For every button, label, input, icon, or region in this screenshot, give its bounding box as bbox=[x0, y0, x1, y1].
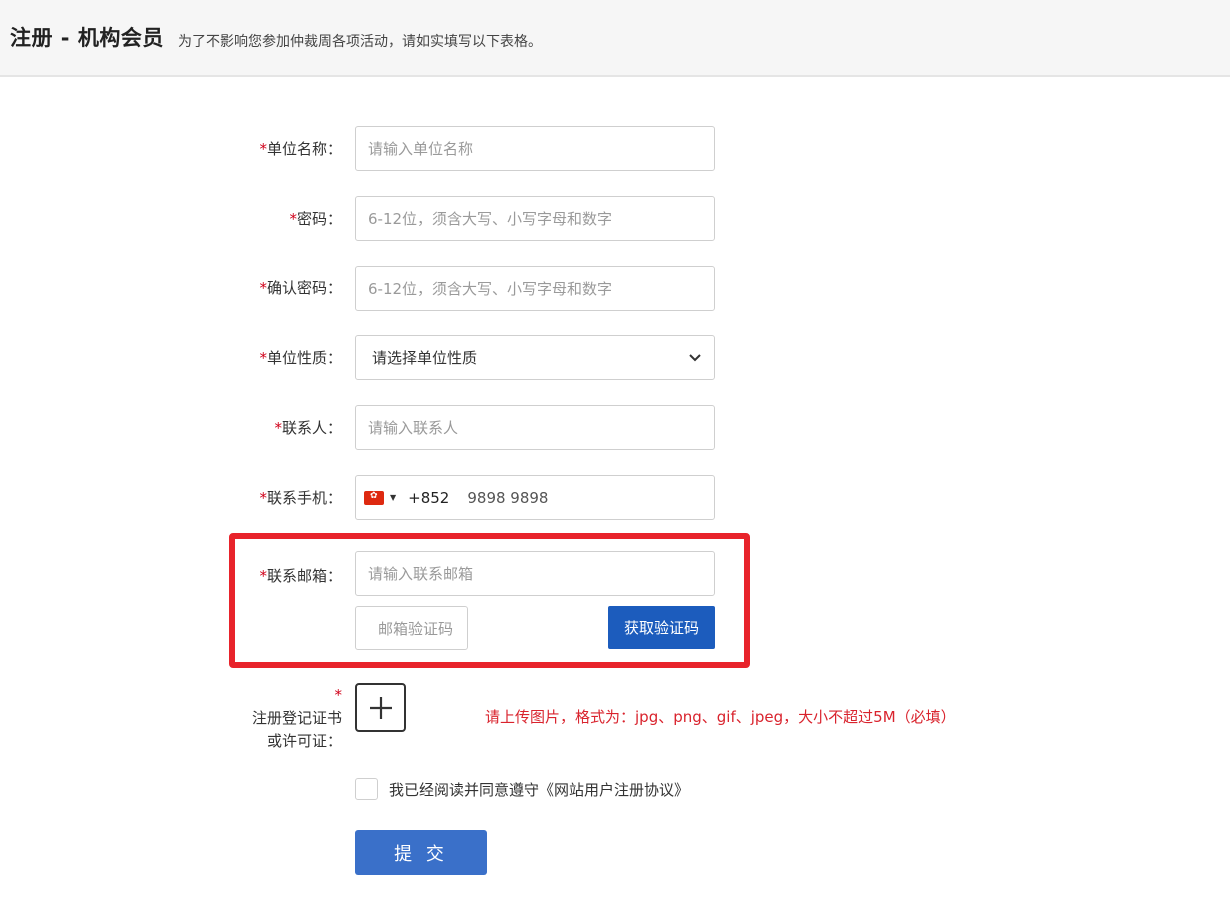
phone-label: *联系手机： bbox=[259, 489, 342, 507]
org-type-select[interactable]: 请选择单位性质 bbox=[355, 335, 715, 380]
upload-hint: 请上传图片，格式为：jpg、png、gif、jpeg，大小不超过5M（必填） bbox=[485, 708, 956, 726]
required-mark: * bbox=[274, 419, 282, 437]
page-title: 注册 - 机构会员 bbox=[10, 26, 164, 50]
caret-down-icon[interactable]: ▼ bbox=[390, 493, 396, 502]
org-type-label: *单位性质： bbox=[259, 349, 342, 367]
org-type-selected: 请选择单位性质 bbox=[372, 349, 478, 367]
contact-person-input[interactable]: 请输入联系人 bbox=[355, 405, 715, 450]
required-mark: * bbox=[259, 279, 267, 297]
upload-button[interactable] bbox=[355, 683, 406, 732]
submit-button[interactable]: 提 交 bbox=[355, 830, 487, 875]
confirm-password-input[interactable]: 6-12位，须含大写、小写字母和数字 bbox=[355, 266, 715, 311]
org-name-input[interactable]: 请输入单位名称 bbox=[355, 126, 715, 171]
email-input[interactable]: 请输入联系邮箱 bbox=[355, 551, 715, 596]
required-mark: * bbox=[259, 349, 267, 367]
hong-kong-flag-icon[interactable] bbox=[364, 490, 384, 505]
contact-person-placeholder: 请输入联系人 bbox=[368, 419, 459, 437]
page-header: 注册 - 机构会员 为了不影响您参加仲裁周各项活动，请如实填写以下表格。 bbox=[0, 0, 1230, 77]
chevron-down-icon bbox=[688, 351, 702, 365]
email-code-placeholder: 邮箱验证码 bbox=[378, 619, 454, 638]
required-mark: * bbox=[334, 686, 343, 704]
email-label: *联系邮箱： bbox=[259, 567, 342, 585]
password-input[interactable]: 6-12位，须含大写、小写字母和数字 bbox=[355, 196, 715, 241]
agree-checkbox[interactable] bbox=[355, 778, 378, 800]
required-mark: * bbox=[259, 489, 267, 507]
upload-label: * 注册登记证书 或许可证： bbox=[251, 686, 343, 750]
required-mark: * bbox=[289, 210, 297, 228]
get-code-button[interactable]: 获取验证码 bbox=[608, 606, 715, 649]
dial-code: +852 bbox=[408, 488, 450, 507]
plus-icon bbox=[369, 696, 392, 719]
contact-person-label: *联系人： bbox=[274, 419, 342, 437]
org-name-placeholder: 请输入单位名称 bbox=[368, 140, 474, 158]
agreement-text[interactable]: 我已经阅读并同意遵守《网站用户注册协议》 bbox=[389, 779, 689, 800]
page-subtitle: 为了不影响您参加仲裁周各项活动，请如实填写以下表格。 bbox=[178, 34, 542, 50]
email-code-input[interactable]: 邮箱验证码 bbox=[355, 606, 468, 650]
password-label: *密码： bbox=[289, 210, 342, 228]
confirm-password-label: *确认密码： bbox=[259, 279, 342, 297]
confirm-password-placeholder: 6-12位，须含大写、小写字母和数字 bbox=[368, 280, 613, 298]
required-mark: * bbox=[259, 567, 267, 585]
phone-input[interactable]: ▼ +852 9898 9898 bbox=[355, 475, 715, 520]
email-placeholder: 请输入联系邮箱 bbox=[368, 565, 474, 583]
phone-value: 9898 9898 bbox=[467, 488, 549, 507]
org-name-label: *单位名称： bbox=[259, 140, 342, 158]
password-placeholder: 6-12位，须含大写、小写字母和数字 bbox=[368, 210, 613, 228]
required-mark: * bbox=[259, 140, 267, 158]
